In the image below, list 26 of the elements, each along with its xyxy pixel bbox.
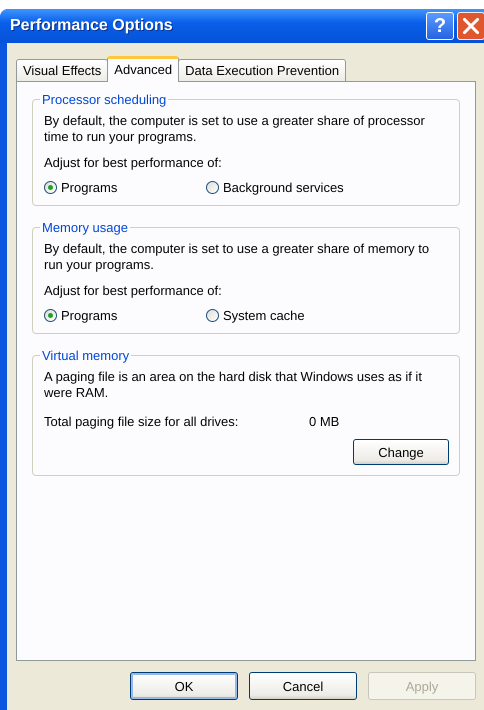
group-title: Virtual memory: [41, 348, 130, 363]
radio-label[interactable]: Programs: [61, 308, 118, 323]
radio-button[interactable]: [44, 181, 57, 194]
radio-button[interactable]: [44, 309, 57, 322]
description: By default, the computer is set to use a greater share of processor time to run your programs.: [44, 113, 426, 145]
radio-label[interactable]: Programs: [61, 180, 118, 195]
group-title: Processor scheduling: [41, 92, 168, 107]
change-button[interactable]: Change: [353, 439, 449, 465]
radio-label[interactable]: System cache: [223, 308, 305, 323]
window-title: Performance Options: [10, 17, 174, 35]
radio-label[interactable]: Background services: [223, 180, 344, 195]
description: A paging file is an area on the hard disk that Windows uses as if it were RAM.: [44, 369, 423, 401]
total-label: Total paging file size for all drives:: [44, 414, 240, 429]
description: By default, the computer is set to use a greater share of memory to run your programs.: [44, 241, 430, 273]
radio-button[interactable]: [206, 181, 219, 194]
dialog-button[interactable]: Cancel: [249, 672, 357, 700]
tab[interactable]: Visual Effects: [16, 59, 108, 81]
group-title: Memory usage: [41, 220, 129, 235]
total-value: 0 MB: [309, 414, 340, 429]
tab[interactable]: Data Execution Prevention: [178, 59, 346, 81]
tab[interactable]: Advanced: [107, 56, 180, 82]
close-icon[interactable]: [457, 12, 484, 40]
prompt-label: Adjust for best performance of:: [44, 283, 223, 298]
dialog-button[interactable]: OK: [130, 672, 238, 700]
prompt-label: Adjust for best performance of:: [44, 155, 223, 170]
radio-button[interactable]: [206, 309, 219, 322]
